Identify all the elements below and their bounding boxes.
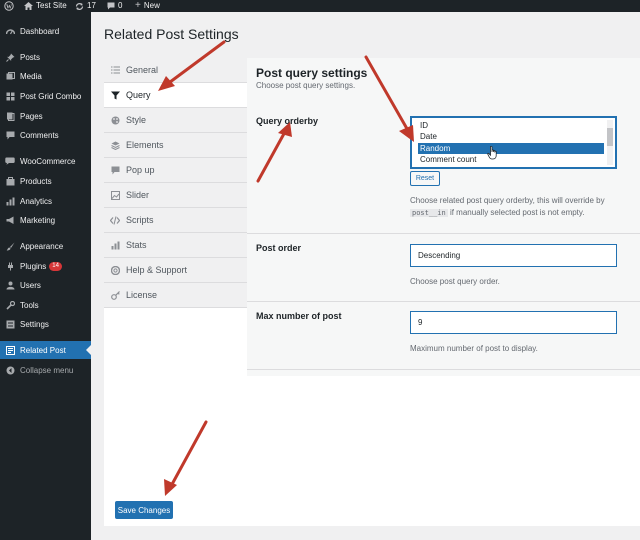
tab-scripts[interactable]: Scripts (104, 208, 247, 233)
updates-link[interactable]: 17 (75, 0, 96, 12)
wordpress-logo-icon[interactable]: W (4, 0, 14, 12)
query-orderby-label: Query orderby (256, 116, 319, 126)
updates-icon (75, 2, 84, 11)
divider (247, 369, 640, 370)
comments-link[interactable]: 0 (107, 0, 122, 12)
section-title: Post query settings (256, 66, 368, 80)
pin-icon (5, 52, 15, 62)
page-title: Related Post Settings (104, 26, 239, 42)
orderby-option-id[interactable]: ID (418, 120, 604, 131)
orderby-option-random[interactable]: Random (418, 143, 604, 154)
reset-button[interactable]: Reset (410, 171, 440, 186)
max-posts-input[interactable]: 9 (410, 311, 617, 334)
comments-count: 0 (118, 1, 123, 10)
menu-item-comments[interactable]: Comments (0, 126, 91, 144)
query-orderby-description: Choose related post query orderby, this … (410, 196, 605, 217)
brush-icon (5, 241, 15, 251)
tab-style[interactable]: Style (104, 108, 247, 133)
tab-general[interactable]: General (104, 58, 247, 83)
menu-item-pages[interactable]: Pages (0, 107, 91, 125)
max-posts-label: Max number of post (256, 311, 342, 321)
post-order-select[interactable]: Descending (410, 244, 617, 267)
key-icon (110, 290, 120, 300)
slider-icon (110, 190, 120, 200)
comments-icon (5, 130, 15, 140)
post-order-label: Post order (256, 243, 302, 253)
pages-icon (5, 111, 15, 121)
new-label: New (143, 1, 160, 10)
plugins-icon (5, 261, 15, 271)
menu-item-related-post[interactable]: Related Post (0, 341, 91, 359)
layers-icon (110, 141, 120, 150)
menu-item-marketing[interactable]: Marketing (0, 211, 91, 229)
list-icon (110, 66, 120, 74)
collapse-menu-button[interactable]: Collapse menu (0, 361, 91, 379)
save-changes-button[interactable]: Save Changes (115, 501, 173, 519)
query-orderby-select[interactable]: ID Date Random Comment count (410, 116, 617, 169)
admin-sidebar: Dashboard Posts Media Post Grid Combo Pa… (0, 12, 91, 540)
products-icon (5, 176, 15, 186)
menu-item-settings[interactable]: Settings (0, 315, 91, 333)
megaphone-icon (5, 215, 15, 225)
media-icon (5, 71, 15, 81)
orderby-option-comment-count[interactable]: Comment count (418, 154, 604, 165)
new-content-link[interactable]: + New (135, 0, 160, 12)
menu-item-posts[interactable]: Posts (0, 48, 91, 66)
home-icon (24, 2, 33, 10)
menu-item-plugins[interactable]: Plugins 14 (0, 257, 91, 275)
comment-bubble-icon (107, 2, 115, 10)
tab-query[interactable]: Query (104, 83, 247, 108)
plugins-update-badge: 14 (49, 261, 62, 271)
palette-icon (110, 116, 120, 125)
listbox-scrollbar[interactable] (607, 120, 613, 165)
tab-slider[interactable]: Slider (104, 183, 247, 208)
menu-item-media[interactable]: Media (0, 67, 91, 85)
dashboard-icon (5, 26, 15, 36)
collapse-icon (5, 365, 15, 375)
tab-elements[interactable]: Elements (104, 133, 247, 158)
listbox-scrollbar-thumb[interactable] (607, 128, 613, 146)
related-post-icon (5, 345, 15, 355)
admin-bar: W Test Site 17 0 + New (0, 0, 640, 12)
tab-stats[interactable]: Stats (104, 233, 247, 258)
post-order-description: Choose post query order. (410, 277, 500, 286)
menu-item-appearance[interactable]: Appearance (0, 237, 91, 255)
site-name-link[interactable]: Test Site (24, 0, 67, 12)
analytics-icon (5, 196, 15, 206)
plus-icon: + (135, 0, 141, 11)
chart-icon (110, 241, 120, 250)
filter-icon (110, 91, 120, 100)
code-icon (110, 215, 120, 225)
tab-license[interactable]: License (104, 283, 247, 308)
hand-cursor-icon (487, 145, 499, 165)
woocommerce-icon (5, 156, 15, 166)
svg-text:W: W (6, 4, 12, 10)
site-name: Test Site (36, 1, 67, 10)
chat-icon (110, 166, 120, 175)
section-description: Choose post query settings. (256, 81, 356, 90)
menu-item-dashboard[interactable]: Dashboard (0, 22, 91, 40)
menu-item-analytics[interactable]: Analytics (0, 192, 91, 210)
grid-icon (5, 91, 15, 101)
users-icon (5, 280, 15, 290)
menu-item-users[interactable]: Users (0, 276, 91, 294)
divider (247, 301, 640, 302)
post-in-code: post__in (410, 209, 448, 217)
menu-item-woocommerce[interactable]: WooCommerce (0, 152, 91, 170)
menu-item-post-grid-combo[interactable]: Post Grid Combo (0, 87, 91, 105)
max-posts-description: Maximum number of post to display. (410, 344, 538, 353)
tab-popup[interactable]: Pop up (104, 158, 247, 183)
divider (247, 233, 640, 234)
tab-help-support[interactable]: Help & Support (104, 258, 247, 283)
menu-item-tools[interactable]: Tools (0, 296, 91, 314)
settings-icon (5, 319, 15, 329)
updates-count: 17 (87, 1, 96, 10)
tools-icon (5, 300, 15, 310)
help-icon (110, 265, 120, 275)
orderby-option-date[interactable]: Date (418, 131, 604, 142)
menu-item-products[interactable]: Products (0, 172, 91, 190)
